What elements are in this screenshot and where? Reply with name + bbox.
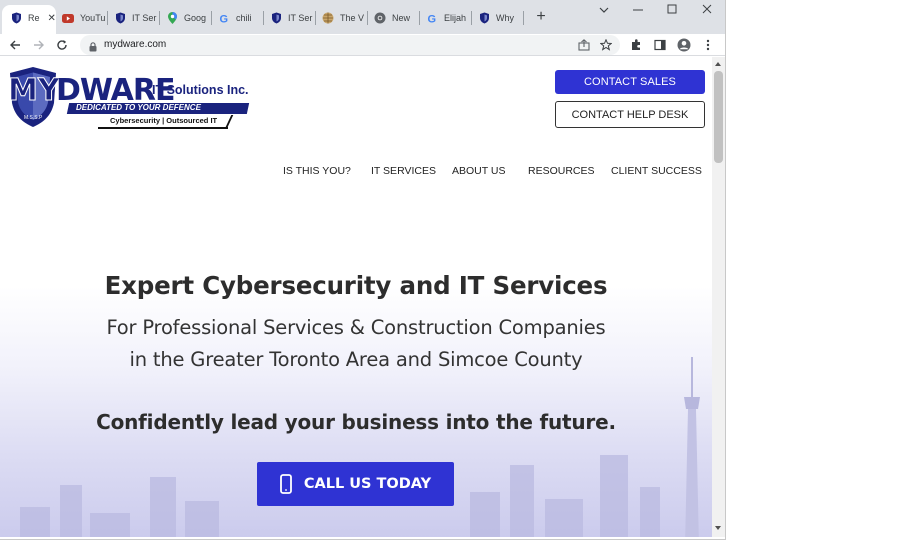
mydware-logo[interactable]: MY DWARE M.S.S.P IT Solutions Inc. DEDIC… xyxy=(6,67,252,133)
svg-text:G: G xyxy=(427,13,436,24)
browser-toolbar: mydware.com xyxy=(0,34,725,56)
tab-separator xyxy=(211,11,212,25)
tab-strip: Re ✕ YouTu IT Ser Goog G chili IT Ser Th… xyxy=(0,0,725,34)
forward-arrow-icon xyxy=(34,40,44,50)
tab-4-label: Goog xyxy=(184,13,207,23)
tab-6-label: IT Ser xyxy=(288,13,313,23)
tab-separator xyxy=(107,11,108,25)
tab-2-label: YouTu xyxy=(80,13,106,23)
tab-separator xyxy=(159,11,160,25)
logo-badge: M.S.S.P xyxy=(24,115,43,121)
bookmark-star-icon[interactable] xyxy=(599,38,613,56)
tab-9-label: Elijah xyxy=(444,13,467,23)
svg-text:G: G xyxy=(219,13,228,24)
nav-resources[interactable]: RESOURCES xyxy=(528,165,595,177)
tab-7[interactable]: The V xyxy=(322,8,368,28)
profile-avatar-icon[interactable] xyxy=(676,37,692,53)
logo-services: Cybersecurity | Outsourced IT xyxy=(110,116,218,125)
tab-6[interactable]: IT Ser xyxy=(270,8,316,28)
extensions-icon[interactable] xyxy=(628,37,644,53)
tab-1-label: Re xyxy=(28,13,40,23)
youtube-icon xyxy=(62,12,74,24)
hero-subtitle-line-2: in the Greater Toronto Area and Simcoe C… xyxy=(129,348,583,371)
tab-10-label: Why xyxy=(496,13,514,23)
forward-button[interactable] xyxy=(30,36,48,54)
shield-icon xyxy=(10,12,22,24)
scroll-down-arrow-icon[interactable] xyxy=(715,526,721,530)
shield-icon xyxy=(114,12,126,24)
kebab-menu-icon[interactable] xyxy=(700,37,716,53)
tab-separator xyxy=(419,11,420,25)
chevron-down-icon xyxy=(599,7,609,13)
minimize-icon xyxy=(633,9,643,11)
hero-title: Expert Cybersecurity and IT Services xyxy=(104,271,608,300)
reload-icon xyxy=(57,40,67,50)
tab-2[interactable]: YouTu xyxy=(62,8,108,28)
hero-subtitle-line-1: For Professional Services & Construction… xyxy=(106,316,606,339)
logo-company-name: IT Solutions Inc. xyxy=(152,83,249,97)
maximize-icon xyxy=(667,4,677,14)
shield-icon xyxy=(270,12,282,24)
smartphone-icon xyxy=(279,474,292,494)
browser-window: Re ✕ YouTu IT Ser Goog G chili IT Ser Th… xyxy=(0,0,726,540)
google-g-icon: G xyxy=(218,12,230,24)
lock-icon xyxy=(89,39,97,57)
main-nav: IS THIS YOU? IT SERVICES ABOUT US RESOUR… xyxy=(0,165,712,179)
google-g-icon: G xyxy=(426,12,438,24)
tab-search-button[interactable] xyxy=(594,3,614,17)
maximize-button[interactable] xyxy=(662,3,682,17)
tab-9[interactable]: G Elijah xyxy=(426,8,472,28)
logo-tagline: DEDICATED TO YOUR DEFENCE xyxy=(76,103,201,112)
globe-icon xyxy=(322,12,334,24)
tab-separator xyxy=(367,11,368,25)
minimize-button[interactable] xyxy=(628,3,648,17)
page-scrollbar[interactable] xyxy=(712,57,725,537)
call-us-today-label: CALL US TODAY xyxy=(303,476,432,492)
nav-client-success[interactable]: CLIENT SUCCESS xyxy=(611,165,702,177)
close-window-button[interactable] xyxy=(697,3,717,17)
tab-7-label: The V xyxy=(340,13,365,23)
tab-3-label: IT Ser xyxy=(132,13,157,23)
back-button[interactable] xyxy=(6,36,24,54)
url-text: mydware.com xyxy=(104,39,167,50)
shield-icon xyxy=(478,12,490,24)
scrollbar-thumb[interactable] xyxy=(714,71,723,163)
tab-5-label: chili xyxy=(236,13,252,23)
contact-help-desk-button[interactable]: CONTACT HELP DESK xyxy=(555,101,705,128)
share-icon[interactable] xyxy=(578,38,590,56)
nav-it-services[interactable]: IT SERVICES xyxy=(371,165,436,177)
tab-separator xyxy=(315,11,316,25)
nav-about-us[interactable]: ABOUT US xyxy=(452,165,505,177)
tab-1[interactable]: Re ✕ xyxy=(10,8,56,28)
call-us-today-button[interactable]: CALL US TODAY xyxy=(257,462,454,506)
plus-icon: + xyxy=(536,8,546,25)
web-page: MY DWARE M.S.S.P IT Solutions Inc. DEDIC… xyxy=(0,57,712,537)
svg-text:MY: MY xyxy=(8,73,61,108)
tab-8[interactable]: New xyxy=(374,8,420,28)
hero-tagline: Confidently lead your business into the … xyxy=(96,410,616,434)
tab-8-label: New xyxy=(392,13,411,23)
tab-separator xyxy=(471,11,472,25)
chrome-icon xyxy=(374,12,386,24)
close-icon xyxy=(702,4,712,14)
tab-10[interactable]: Why xyxy=(478,8,524,28)
tab-separator xyxy=(523,11,524,25)
tab-separator xyxy=(263,11,264,25)
tab-5[interactable]: G chili xyxy=(218,8,264,28)
cn-tower-silhouette xyxy=(684,357,700,537)
back-arrow-icon xyxy=(10,40,20,50)
reload-button[interactable] xyxy=(53,36,71,54)
nav-is-this-you[interactable]: IS THIS YOU? xyxy=(283,165,351,177)
side-panel-icon[interactable] xyxy=(652,37,668,53)
new-tab-button[interactable]: + xyxy=(533,7,549,27)
scroll-up-arrow-icon[interactable] xyxy=(715,62,721,66)
tab-3[interactable]: IT Ser xyxy=(114,8,160,28)
contact-sales-button[interactable]: CONTACT SALES xyxy=(555,70,705,94)
tab-4[interactable]: Goog xyxy=(166,8,212,28)
address-bar[interactable]: mydware.com xyxy=(80,35,620,55)
close-tab-icon[interactable]: ✕ xyxy=(48,13,56,24)
map-pin-icon xyxy=(166,12,178,24)
